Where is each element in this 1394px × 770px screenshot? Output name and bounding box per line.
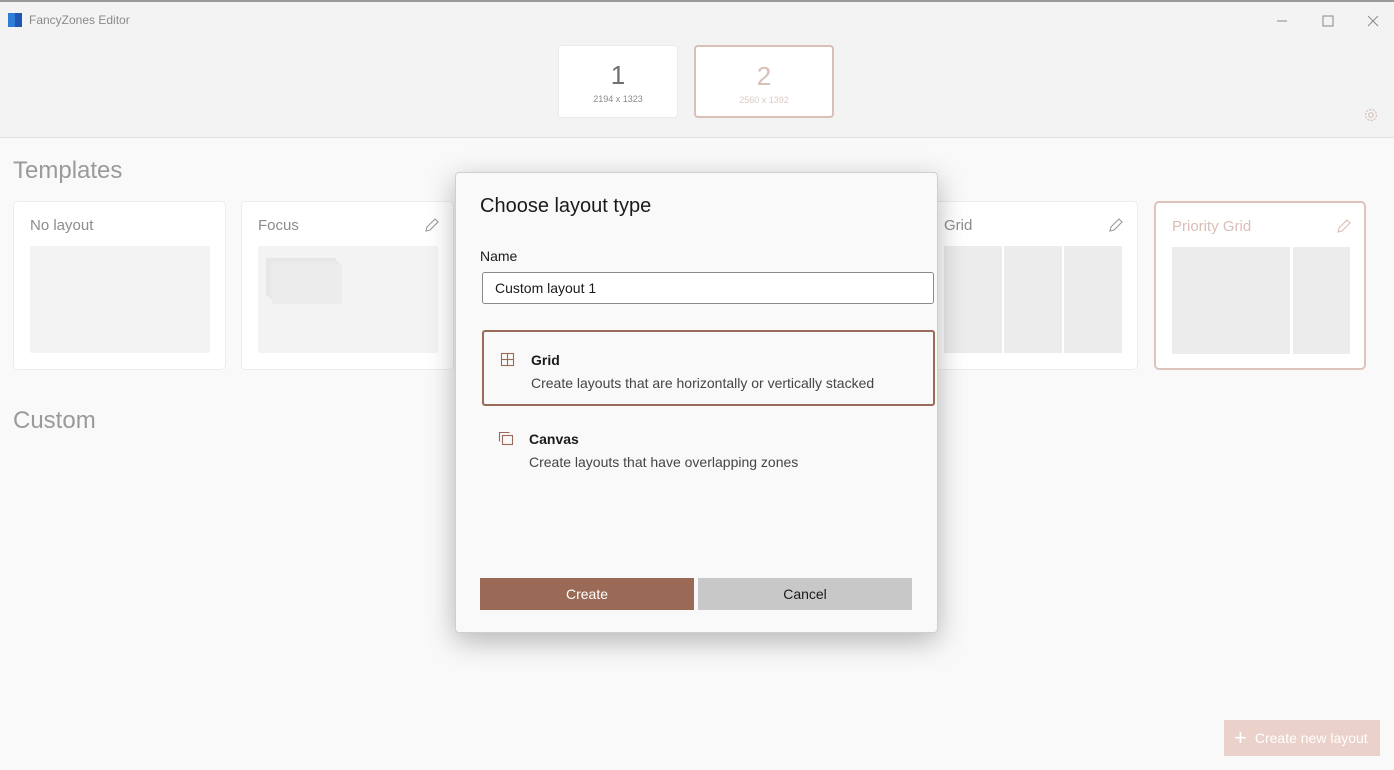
monitor-bar: 1 2194 x 1323 2 2560 x 1392 xyxy=(0,36,1394,138)
template-preview xyxy=(258,246,438,353)
template-preview xyxy=(1172,247,1350,354)
layout-type-grid-option[interactable]: Grid Create layouts that are horizontall… xyxy=(482,330,935,406)
dialog-title: Choose layout type xyxy=(480,195,652,217)
monitor-number: 2 xyxy=(756,61,772,91)
title-bar: FancyZones Editor xyxy=(0,0,1394,36)
plus-icon: + xyxy=(1234,725,1247,750)
option-description: Create layouts that are horizontally or … xyxy=(531,375,875,391)
template-label: Priority Grid xyxy=(1172,218,1252,235)
zone xyxy=(1064,246,1122,353)
monitor-1[interactable]: 1 2194 x 1323 xyxy=(558,45,678,118)
template-label: No layout xyxy=(30,217,94,234)
monitor-resolution: 2194 x 1323 xyxy=(593,94,643,104)
minimize-icon xyxy=(1277,20,1287,22)
close-button[interactable] xyxy=(1355,8,1391,34)
zone xyxy=(1293,247,1350,354)
templates-heading: Templates xyxy=(13,157,123,184)
template-grid[interactable]: Grid xyxy=(927,201,1138,370)
template-label: Grid xyxy=(944,217,973,234)
option-title: Canvas xyxy=(529,431,579,447)
create-new-layout-label: Create new layout xyxy=(1254,730,1368,746)
close-icon xyxy=(1367,15,1379,27)
custom-heading: Custom xyxy=(13,407,96,434)
layout-name-input[interactable] xyxy=(482,272,934,304)
monitor-number: 1 xyxy=(610,60,626,90)
template-no-layout[interactable]: No layout xyxy=(13,201,226,370)
option-description: Create layouts that have overlapping zon… xyxy=(529,454,799,470)
monitor-2[interactable]: 2 2560 x 1392 xyxy=(694,45,834,118)
choose-layout-dialog: Choose layout type Name Grid Create layo… xyxy=(455,172,938,633)
template-priority-grid[interactable]: Priority Grid xyxy=(1154,201,1366,370)
zone xyxy=(944,246,1002,353)
template-label: Focus xyxy=(258,217,299,234)
create-button[interactable]: Create xyxy=(480,578,694,610)
zone xyxy=(1172,247,1290,354)
maximize-icon xyxy=(1322,15,1334,27)
zone xyxy=(272,264,342,304)
edit-pencil-icon[interactable] xyxy=(423,216,441,234)
name-label: Name xyxy=(480,248,518,264)
template-preview xyxy=(30,246,210,353)
minimize-button[interactable] xyxy=(1264,8,1300,34)
window-title: FancyZones Editor xyxy=(29,13,130,27)
cancel-button[interactable]: Cancel xyxy=(698,578,912,610)
grid-icon xyxy=(500,352,515,367)
monitor-resolution: 2560 x 1392 xyxy=(739,95,789,105)
option-title: Grid xyxy=(531,352,560,368)
edit-pencil-icon[interactable] xyxy=(1335,217,1353,235)
layout-type-canvas-option[interactable]: Canvas Create layouts that have overlapp… xyxy=(482,411,935,487)
maximize-button[interactable] xyxy=(1310,8,1346,34)
template-focus[interactable]: Focus xyxy=(241,201,454,370)
canvas-icon xyxy=(498,431,514,446)
zone xyxy=(1004,246,1062,353)
create-new-layout-button[interactable]: + Create new layout xyxy=(1224,720,1380,756)
fancyzones-app-icon xyxy=(8,13,22,27)
edit-pencil-icon[interactable] xyxy=(1107,216,1125,234)
settings-gear-icon[interactable] xyxy=(1362,106,1380,124)
template-preview xyxy=(944,246,1122,353)
